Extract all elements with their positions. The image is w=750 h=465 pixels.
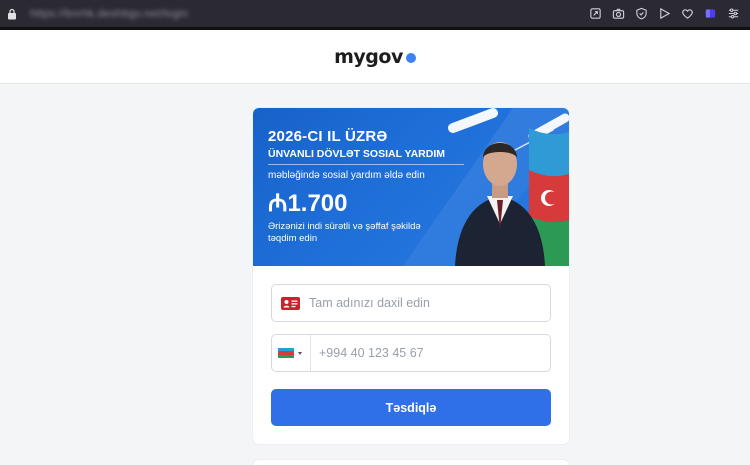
logo-dot-icon — [405, 52, 416, 63]
banner-divider — [268, 164, 464, 165]
promo-banner: 2026-CI IL ÜZRƏ ÜNVANLI DÖVLƏT SOSIAL YA… — [253, 108, 569, 266]
share-icon[interactable] — [588, 7, 602, 21]
extension-icon[interactable] — [703, 7, 717, 21]
logo-text: mygov — [334, 45, 403, 68]
full-name-field[interactable] — [271, 284, 551, 322]
application-card: 2026-CI IL ÜZRƏ ÜNVANLI DÖVLƏT SOSIAL YA… — [253, 108, 569, 444]
play-icon[interactable] — [657, 7, 671, 21]
shield-icon[interactable] — [634, 7, 648, 21]
banner-title: 2026-CI IL ÜZRƏ — [268, 128, 388, 145]
lock-icon — [6, 7, 18, 21]
browser-toolbar: https://bnrhk.deshbgv.net/login — [0, 0, 750, 27]
menu-icon[interactable] — [726, 7, 740, 21]
secondary-card — [253, 460, 569, 465]
banner-note: Ərizənizi indi sürətli və şəffaf şəkildə… — [268, 221, 421, 244]
phone-input[interactable] — [319, 346, 539, 360]
official-portrait — [455, 142, 545, 266]
az-flag-icon — [278, 348, 294, 358]
banner-description: məbləğində sosial yardım əldə edin — [268, 170, 425, 181]
submit-button[interactable]: Təsdiqlə — [271, 389, 551, 426]
site-header: mygov — [0, 30, 750, 84]
banner-amount: ₼1.700 — [268, 190, 348, 217]
url-text[interactable]: https://bnrhk.deshbgv.net/login — [30, 8, 188, 20]
chevron-down-icon — [298, 351, 302, 355]
phone-field[interactable] — [271, 334, 551, 372]
banner-subtitle: ÜNVANLI DÖVLƏT SOSIAL YARDIM — [268, 148, 446, 160]
camera-icon[interactable] — [611, 7, 625, 21]
id-card-icon — [281, 296, 300, 310]
heart-icon[interactable] — [680, 7, 694, 21]
mygov-logo[interactable]: mygov — [334, 46, 416, 68]
country-code-selector[interactable] — [272, 335, 311, 371]
full-name-input[interactable] — [309, 296, 539, 310]
